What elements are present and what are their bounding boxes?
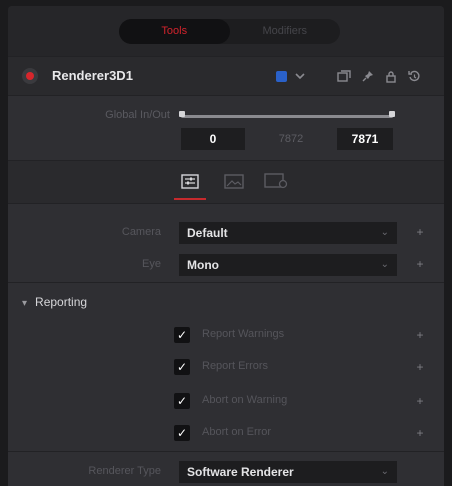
- renderer-type-section: Renderer Type Software Renderer ⌄: [8, 451, 444, 486]
- abort-on-error-checkbox[interactable]: ✓: [174, 425, 190, 441]
- camera-dropdown[interactable]: Default ⌄: [179, 222, 397, 244]
- camera-add-button[interactable]: +: [414, 225, 426, 239]
- eye-value: Mono: [187, 258, 219, 272]
- tab-tools[interactable]: Tools: [119, 19, 230, 44]
- chevron-down-icon: ⌄: [380, 227, 389, 238]
- view-icon[interactable]: [335, 67, 353, 85]
- image-icon[interactable]: [222, 171, 246, 191]
- chevron-down-icon: ⌄: [380, 259, 389, 270]
- report-errors-add-button[interactable]: +: [414, 360, 426, 374]
- abort-on-error-label: Abort on Error: [202, 426, 272, 438]
- reporting-section: ▾ Reporting ✓ Report Warnings + ✓ Report …: [8, 282, 444, 451]
- controls-icon[interactable]: [178, 171, 202, 191]
- reset-icon[interactable]: [405, 67, 423, 85]
- reporting-header[interactable]: ▾ Reporting: [22, 295, 87, 309]
- report-warnings-label: Report Warnings: [202, 328, 285, 340]
- node-header: Renderer3D1: [8, 56, 444, 95]
- abort-on-error-add-button[interactable]: +: [414, 426, 426, 440]
- tab-bar: Tools Modifiers: [8, 6, 444, 56]
- report-errors-label: Report Errors: [202, 360, 269, 372]
- report-warnings-add-button[interactable]: +: [414, 328, 426, 342]
- renderer-type-label: Renderer Type: [88, 465, 161, 477]
- abort-on-warning-checkbox[interactable]: ✓: [174, 393, 190, 409]
- range-end-handle[interactable]: [389, 111, 395, 117]
- tab-group: Tools Modifiers: [119, 19, 340, 44]
- eye-add-button[interactable]: +: [414, 257, 426, 271]
- inspector-tabs: [8, 160, 444, 203]
- report-errors-checkbox[interactable]: ✓: [174, 359, 190, 375]
- renderer-type-value: Software Renderer: [187, 465, 294, 479]
- pin-icon[interactable]: [359, 67, 377, 85]
- camera-value: Default: [187, 226, 228, 240]
- lock-icon[interactable]: [382, 67, 400, 85]
- camera-label: Camera: [121, 226, 161, 238]
- eye-dropdown[interactable]: Mono ⌄: [179, 254, 397, 276]
- global-in-out-section: Global In/Out 0 7872 7871: [8, 95, 444, 160]
- reporting-title: Reporting: [35, 295, 88, 309]
- node-enable-toggle[interactable]: [22, 68, 38, 84]
- camera-eye-section: Camera Default ⌄ + Eye Mono ⌄ +: [8, 203, 444, 282]
- range-start-handle[interactable]: [179, 111, 185, 117]
- tab-modifiers[interactable]: Modifiers: [230, 19, 341, 44]
- global-in-field[interactable]: 0: [181, 128, 245, 150]
- active-tab-indicator: [174, 198, 206, 200]
- node-color-swatch[interactable]: [276, 71, 287, 82]
- abort-on-warning-add-button[interactable]: +: [414, 394, 426, 408]
- global-out-field[interactable]: 7871: [337, 128, 393, 150]
- chevron-down-icon: ⌄: [380, 466, 389, 477]
- global-mid-value: 7872: [278, 133, 304, 145]
- global-in-out-label: Global In/Out: [105, 109, 170, 121]
- chevron-down-icon: ▾: [22, 298, 28, 309]
- abort-on-warning-label: Abort on Warning: [202, 394, 288, 406]
- global-range-slider[interactable]: [181, 115, 393, 118]
- renderer-type-dropdown[interactable]: Software Renderer ⌄: [179, 461, 397, 483]
- node-title: Renderer3D1: [52, 68, 133, 83]
- settings-icon[interactable]: [264, 171, 288, 191]
- eye-label: Eye: [142, 258, 161, 270]
- chevron-down-icon[interactable]: [291, 67, 309, 85]
- inspector-panel: Tools Modifiers Renderer3D1 Global In/Ou…: [8, 6, 444, 486]
- report-warnings-checkbox[interactable]: ✓: [174, 327, 190, 343]
